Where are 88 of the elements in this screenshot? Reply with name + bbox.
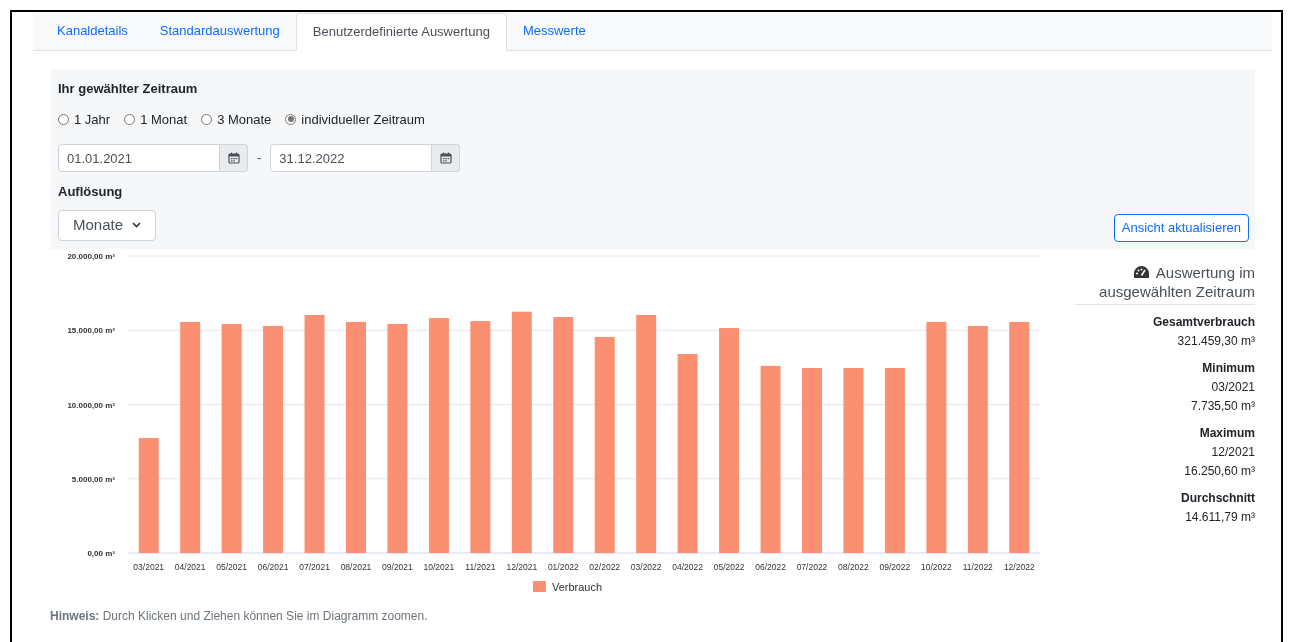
section-title: Ihr gewählter Zeitraum (58, 80, 199, 98)
x-axis-label: 06/2022 (755, 561, 786, 572)
date-field[interactable]: 31.12.2022 (270, 144, 433, 172)
tab[interactable]: Kanaldetails (41, 12, 144, 50)
x-axis-label: 01/2022 (547, 561, 579, 572)
update-button[interactable]: Ansicht aktualisieren (1113, 213, 1249, 242)
date-separator: - (256, 149, 263, 168)
legend-swatch (532, 581, 546, 593)
y-axis-label: 5.000,00 m³ (71, 474, 115, 484)
radio-option[interactable]: individueller Zeitraum (285, 109, 425, 129)
radio-option[interactable]: 3 Monate (201, 109, 272, 129)
x-axis-label: 12/2022 (1003, 561, 1035, 572)
x-axis-label: 12/2021 (506, 561, 538, 572)
x-axis-label: 02/2022 (589, 561, 621, 572)
bar[interactable] (802, 367, 822, 553)
y-axis-label: 20.000,00 m³ (67, 251, 115, 261)
tab[interactable]: Benutzerdefinierte Auswertung (295, 13, 507, 51)
x-axis-label: 08/2022 (838, 561, 869, 572)
radio-button[interactable] (201, 113, 213, 125)
bar[interactable] (138, 437, 159, 553)
x-axis-label: 07/2022 (796, 561, 828, 572)
y-axis-label: 0,00 m³ (87, 548, 115, 558)
resolution-select[interactable]: Monate (58, 209, 156, 241)
summary-label: Gesamtverbrauch (1152, 313, 1255, 331)
bar[interactable] (511, 311, 532, 553)
bar[interactable] (719, 327, 740, 553)
bar[interactable] (1009, 321, 1030, 553)
summary-value: 321.459,30 m³ (1177, 332, 1255, 350)
calendar-icon (439, 152, 452, 164)
gauge-icon (1132, 265, 1150, 280)
radio-option[interactable]: 1 Jahr (58, 109, 111, 129)
chevron-down-icon (132, 222, 141, 228)
summary-label: Maximum (1199, 424, 1255, 442)
bar[interactable] (263, 325, 284, 553)
legend-label[interactable]: Verbrauch (551, 578, 603, 595)
radio-button[interactable] (285, 113, 297, 125)
x-axis-label: 05/2021 (216, 561, 247, 572)
hint-text: Hinweis: Durch Klicken und Ziehen können Sie im Diagramm zoomen. (50, 608, 429, 625)
tab[interactable]: Messwerte (506, 12, 602, 50)
bar[interactable] (677, 353, 698, 553)
calendar-button[interactable] (220, 144, 248, 172)
x-axis-label: 07/2021 (299, 561, 330, 572)
bar[interactable] (180, 321, 201, 553)
bar[interactable] (760, 365, 781, 553)
x-axis-label: 08/2021 (340, 561, 372, 572)
bar[interactable] (636, 314, 657, 553)
bar[interactable] (594, 336, 615, 553)
summary-value: 7.735,50 m³ (1190, 397, 1255, 415)
calendar-button[interactable] (432, 144, 461, 172)
radio-button[interactable] (124, 113, 136, 125)
bar[interactable] (304, 314, 325, 553)
x-axis-label: 11/2022 (962, 561, 993, 572)
x-axis-label: 03/2022 (630, 561, 662, 572)
x-axis-label: 09/2022 (879, 561, 911, 572)
calendar-icon (227, 152, 240, 164)
bar[interactable] (221, 323, 242, 553)
x-axis-label: 06/2021 (257, 561, 289, 572)
x-axis-label: 10/2021 (423, 561, 455, 572)
bar[interactable] (387, 323, 408, 553)
summary-label: Minimum (1202, 359, 1255, 377)
x-axis-label: 03/2021 (133, 561, 165, 572)
x-axis-label: 04/2022 (672, 561, 703, 572)
x-axis-label: 11/2021 (465, 561, 496, 572)
x-axis-label: 10/2022 (921, 561, 952, 572)
date-field[interactable]: 01.01.2021 (58, 144, 220, 172)
summary-label: Durchschnitt (1181, 489, 1255, 507)
bar[interactable] (553, 316, 574, 553)
x-axis-label: 09/2021 (382, 561, 413, 572)
summary-value: 03/2021 (1211, 378, 1255, 396)
summary-value: 16.250,60 m³ (1184, 462, 1255, 480)
bar[interactable] (967, 325, 988, 553)
x-axis-label: 04/2021 (174, 561, 206, 572)
radio-button[interactable] (58, 113, 69, 125)
summary-value: 12/2021 (1211, 443, 1255, 461)
radio-option[interactable]: 1 Monat (124, 109, 188, 129)
summary-value: 14.611,79 m³ (1185, 508, 1255, 526)
section-title: Auflösung (58, 183, 124, 201)
y-axis-label: 15.000,00 m³ (67, 325, 115, 335)
bar[interactable] (884, 367, 905, 553)
y-axis-label: 10.000,00 m³ (67, 400, 115, 409)
bar[interactable] (428, 317, 449, 553)
x-axis-label: 05/2022 (713, 561, 745, 572)
bar[interactable] (470, 320, 491, 553)
bar[interactable] (926, 321, 947, 553)
summary-title: Auswertung im ausgewählten Zeitraum (1098, 262, 1255, 301)
bar[interactable] (843, 367, 864, 553)
bar[interactable] (346, 321, 366, 553)
tab[interactable]: Standardauswertung (143, 12, 296, 50)
